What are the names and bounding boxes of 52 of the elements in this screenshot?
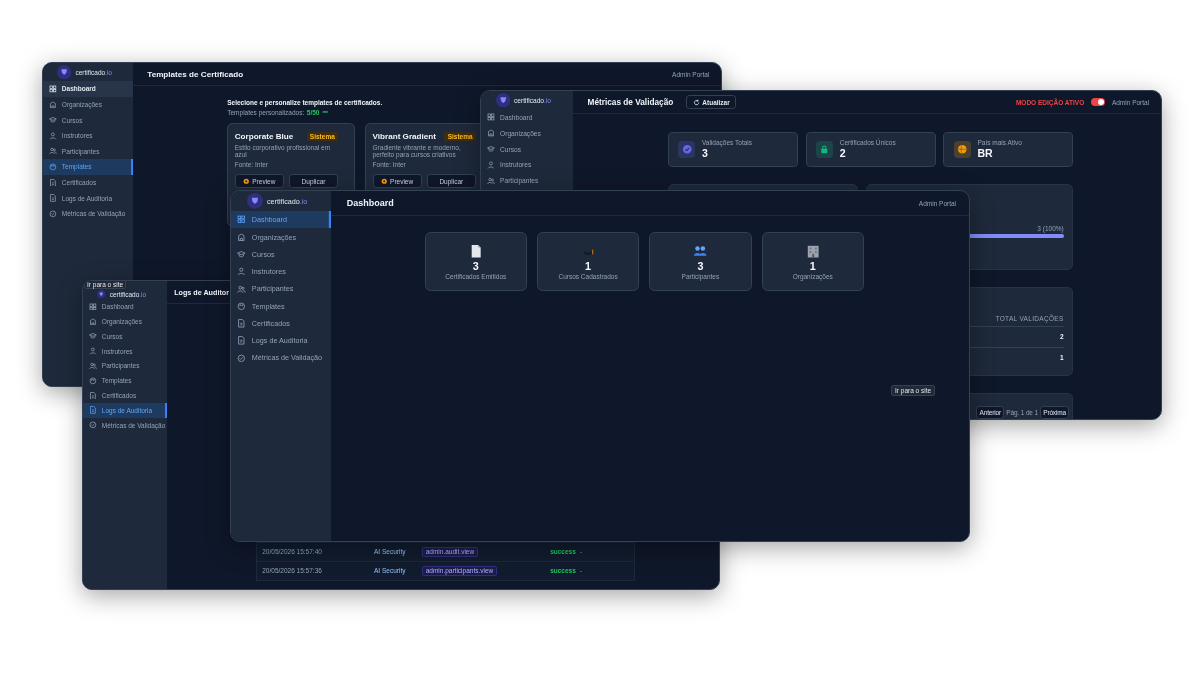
grid-icon: [48, 85, 57, 93]
document-icon: [88, 406, 97, 415]
building-icon: [237, 232, 247, 242]
stat-value: BR: [977, 147, 994, 160]
logo-icon: [495, 92, 511, 108]
person-icon: [486, 160, 495, 169]
person-icon: [88, 347, 97, 355]
building-icon: [486, 129, 495, 138]
person-icon: [48, 131, 57, 140]
grid-icon: [486, 113, 495, 122]
stat-value: 2: [839, 147, 847, 160]
stat-value: 1: [809, 259, 816, 272]
people-icon: [48, 147, 57, 156]
people-icon: [88, 361, 97, 370]
building-icon: [48, 100, 57, 109]
document-icon: [48, 194, 57, 203]
template-name: Corporate Blue: [234, 131, 294, 141]
stat-value: 3: [697, 259, 704, 272]
check-circle-icon: [48, 209, 57, 218]
cap-icon: [486, 145, 495, 153]
document-icon: [237, 319, 247, 328]
logo-icon: [246, 193, 263, 209]
circle-icon: [237, 301, 247, 311]
logo-icon: [57, 64, 72, 80]
document-icon: [88, 391, 97, 400]
check-circle-icon: [237, 353, 247, 363]
grid-icon: [88, 302, 97, 311]
page-title: Métricas de Validação: [587, 97, 674, 107]
template-name: Vibrant Gradient: [372, 131, 436, 141]
circle-icon: [48, 163, 57, 171]
stat-value: 1: [585, 259, 592, 272]
building-icon: [88, 317, 97, 326]
stat-value: 3: [472, 259, 479, 272]
page-title: Dashboard: [346, 198, 394, 209]
logo-icon: [97, 289, 106, 299]
document-icon: [237, 336, 247, 345]
people-icon: [693, 243, 708, 259]
stat-value: 3: [702, 147, 709, 160]
page-title: Templates de Certificado: [147, 69, 244, 79]
grid-icon: [237, 215, 247, 225]
people-icon: [237, 284, 247, 294]
building-icon: [805, 243, 820, 259]
people-icon: [486, 176, 495, 185]
check-circle-icon: [88, 421, 97, 429]
circle-icon: [88, 376, 97, 385]
mode-toggle[interactable]: [1090, 98, 1106, 107]
refresh-icon: [692, 98, 700, 106]
cap-icon: [48, 116, 57, 125]
person-icon: [237, 267, 247, 276]
document-icon: [48, 178, 57, 187]
cap-icon: [237, 250, 247, 259]
cap-icon: [88, 332, 97, 341]
